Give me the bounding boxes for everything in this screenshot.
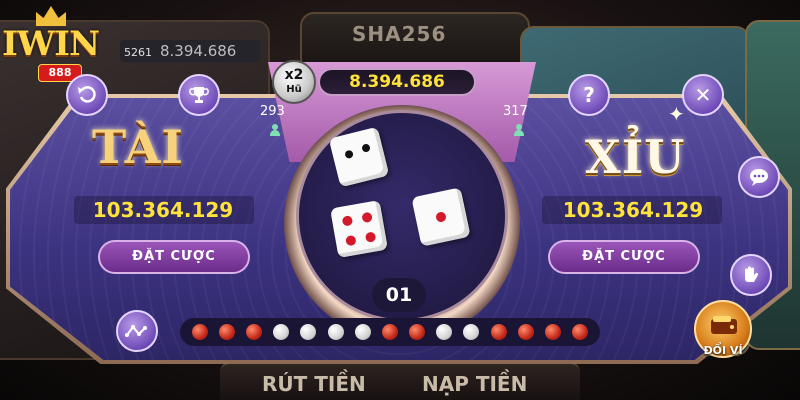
xiu-total: 103.364.129 [562, 198, 704, 222]
tai-player-icon [270, 124, 280, 136]
die-pip [361, 143, 371, 153]
jackpot-label: Hũ [286, 84, 302, 95]
wallet-icon [711, 316, 737, 334]
stats-button[interactable] [116, 310, 158, 352]
trophy-icon [189, 87, 209, 103]
die-pip [435, 211, 447, 223]
deposit-button[interactable]: NẠP TIỀN [422, 372, 527, 396]
history-dot-red [191, 324, 208, 340]
hand-button[interactable] [730, 254, 772, 296]
jackpot-multiplier-badge[interactable]: x2 Hũ [272, 60, 316, 104]
history-dot-red [490, 324, 507, 340]
wallet-label: ĐỔI VÍ [703, 344, 743, 357]
chat-button[interactable] [738, 156, 780, 198]
jackpot-value: 8.394.686 [318, 68, 476, 96]
history-dot-red [218, 324, 235, 340]
stats-icon [125, 325, 147, 337]
xiu-bet-button[interactable]: ĐẶT CƯỢC [548, 240, 700, 274]
brand-logo: IWIN [2, 24, 100, 64]
history-dot-red [517, 324, 534, 340]
xiu-title: XỈU [585, 130, 686, 184]
history-dot-red [381, 324, 398, 340]
xiu-player-count: 317 [503, 104, 528, 119]
sparkle-icon: ✦ [668, 102, 685, 126]
die-pip [364, 231, 377, 243]
history-dot-red [245, 324, 262, 340]
chat-icon [750, 169, 768, 186]
hand-icon [745, 266, 759, 282]
withdraw-button[interactable]: RÚT TIỀN [262, 372, 366, 396]
die-pip [341, 215, 354, 227]
history-dot-white [300, 324, 317, 340]
leaderboard-button[interactable] [178, 74, 220, 116]
result-history [180, 318, 600, 346]
tai-bet-button[interactable]: ĐẶT CƯỢC [98, 240, 250, 274]
help-button[interactable]: ? [568, 74, 610, 116]
history-dot-red [572, 324, 589, 340]
tai-player-count: 293 [260, 104, 285, 119]
lobby-balance: 5261 8.394.686 [120, 40, 260, 62]
history-dot-white [436, 324, 453, 340]
lobby-balance-value: 8.394.686 [160, 42, 237, 60]
back-button[interactable] [66, 74, 108, 116]
tai-total: 103.364.129 [92, 198, 234, 222]
history-dot-white [463, 324, 480, 340]
history-dot-red [545, 324, 562, 340]
die-pip [361, 211, 373, 224]
die-2 [330, 200, 388, 258]
back-arrow-icon [78, 86, 96, 103]
lobby-balance-tag: 5261 [124, 46, 152, 59]
die-pip [344, 149, 354, 160]
history-dot-red [409, 324, 426, 340]
xiu-player-icon [514, 124, 524, 136]
jackpot-multiplier: x2 [284, 67, 304, 83]
history-dot-white [273, 324, 290, 340]
history-dot-white [354, 324, 371, 340]
round-number: 01 [372, 278, 426, 312]
tai-title: TÀI [92, 120, 184, 174]
lobby-center-title: SHA256 [352, 22, 447, 46]
close-button[interactable]: ✕ [682, 74, 724, 116]
die-3 [411, 187, 471, 247]
die-pip [345, 234, 357, 247]
history-dot-white [327, 324, 344, 340]
